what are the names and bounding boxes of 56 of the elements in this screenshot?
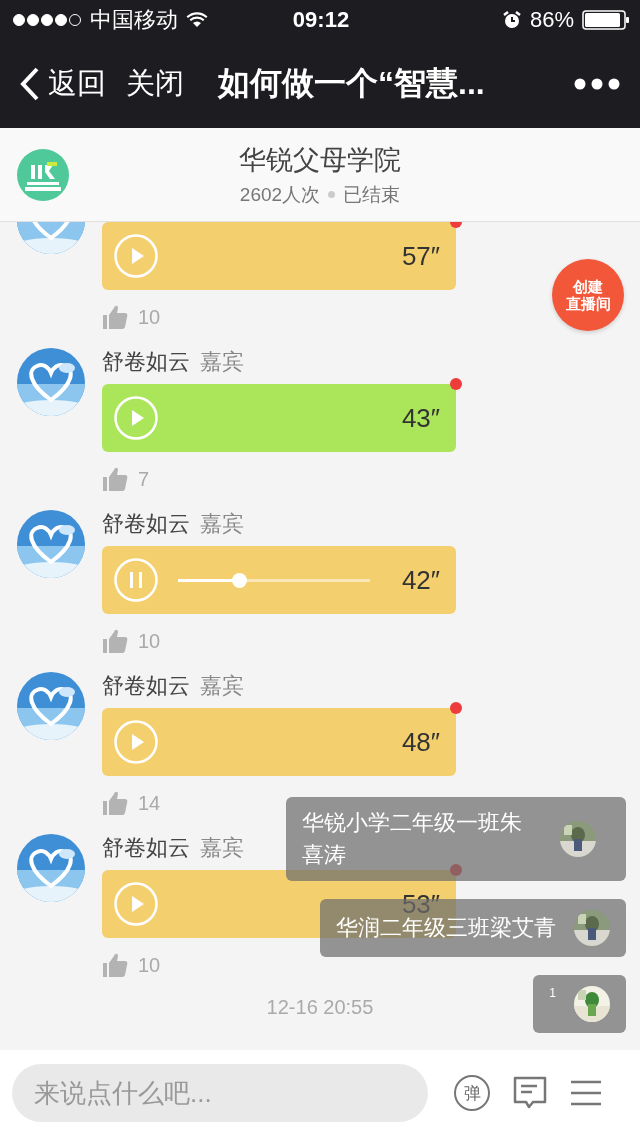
sender-name: 舒卷如云	[102, 672, 190, 700]
sender-name: 舒卷如云	[102, 834, 190, 862]
voice-message[interactable]: 42″	[102, 546, 456, 614]
like-count: 14	[138, 791, 161, 815]
more-icon[interactable]	[574, 78, 620, 90]
sender-role: 嘉宾	[200, 834, 244, 862]
like-count: 10	[138, 305, 161, 329]
page-title: 如何做一个“智慧...	[218, 64, 486, 103]
timestamp: 12-16 20:55	[266, 996, 374, 1019]
separator-dot	[328, 191, 336, 198]
danmaku-toggle-button[interactable]: 弹	[454, 1075, 490, 1111]
comment-icon[interactable]	[512, 1075, 548, 1111]
voice-duration: 43″	[401, 405, 440, 431]
back-icon	[20, 67, 40, 101]
play-icon[interactable]	[114, 396, 158, 440]
sender-role: 嘉宾	[200, 348, 244, 376]
danmaku-text: 华锐小学二年级一班朱喜涛	[302, 809, 523, 869]
thumbs-up-icon[interactable]	[102, 304, 128, 330]
play-icon[interactable]	[114, 234, 158, 278]
comment-field[interactable]: 来说点什么吧...	[12, 1064, 428, 1122]
view-count: 2602人次	[239, 182, 321, 207]
sender-role: 嘉宾	[200, 510, 244, 538]
sender-name: 舒卷如云	[102, 510, 190, 538]
voice-message[interactable]: 48″	[102, 708, 456, 776]
voice-duration: 42″	[401, 567, 440, 593]
thumbs-up-icon[interactable]	[102, 790, 128, 816]
back-button[interactable]: 返回	[20, 64, 106, 104]
play-icon[interactable]	[114, 720, 158, 764]
thumbs-up-icon[interactable]	[102, 628, 128, 654]
live-status: 已结束	[343, 182, 401, 207]
battery-percent: 86%	[529, 7, 574, 33]
voice-duration: 57″	[401, 243, 440, 269]
logo-icon	[17, 148, 69, 201]
carrier: 中国移动	[90, 6, 178, 34]
voice-message[interactable]: 43″	[102, 384, 456, 452]
alarm-icon	[501, 10, 522, 30]
clock-time: 09:12	[292, 7, 350, 33]
close-button[interactable]: 关闭	[126, 64, 184, 104]
menu-icon[interactable]	[570, 1079, 602, 1107]
thumbs-up-icon[interactable]	[102, 466, 128, 492]
like-count: 10	[138, 629, 161, 653]
thumbs-up-icon[interactable]	[102, 952, 128, 978]
channel-name: 华锐父母学院	[239, 143, 401, 177]
voice-duration: 48″	[401, 729, 440, 755]
like-count: 7	[138, 467, 150, 491]
sender-name: 舒卷如云	[102, 348, 190, 376]
danmaku-text: 1	[549, 984, 556, 1002]
play-icon[interactable]	[114, 882, 158, 926]
signal-icon	[12, 13, 82, 27]
pause-icon[interactable]	[114, 558, 158, 602]
battery-icon	[582, 10, 630, 30]
sender-role: 嘉宾	[200, 672, 244, 700]
progress-thumb[interactable]	[232, 572, 248, 588]
wifi-icon	[186, 12, 208, 28]
voice-message[interactable]: 57″	[102, 222, 456, 290]
like-count: 10	[138, 953, 161, 977]
